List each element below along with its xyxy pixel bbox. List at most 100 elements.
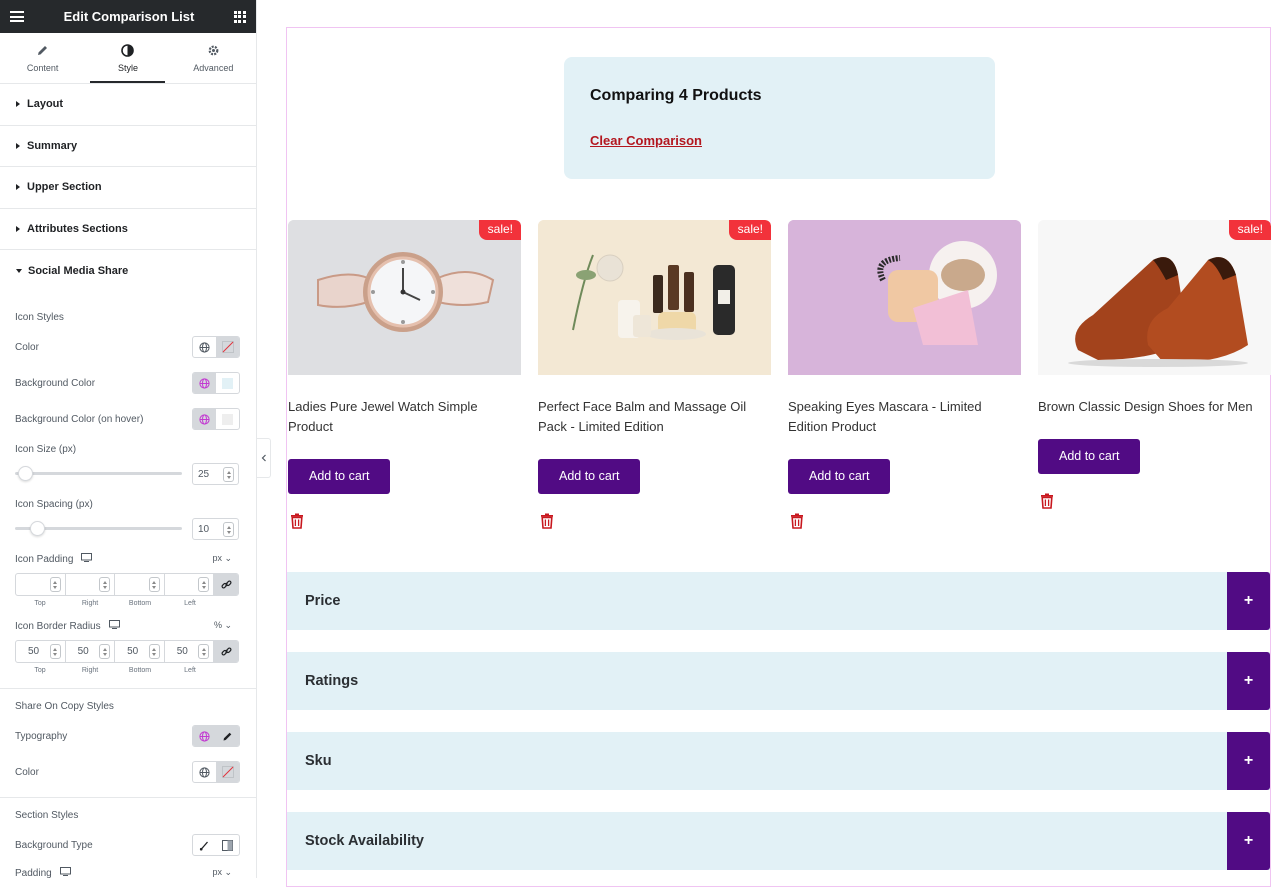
collapse-panel-button[interactable] [257, 438, 271, 478]
no-color-swatch-icon[interactable] [216, 337, 239, 357]
attribute-stock[interactable]: Stock Availability + [287, 812, 1270, 870]
expand-plus-icon[interactable]: + [1227, 652, 1270, 710]
attribute-sku[interactable]: Sku + [287, 732, 1270, 790]
desktop-icon[interactable] [108, 620, 120, 632]
brush-icon[interactable] [193, 835, 216, 855]
add-to-cart-button[interactable]: Add to cart [288, 459, 391, 494]
edit-icon[interactable] [216, 726, 239, 746]
global-color-icon[interactable] [193, 726, 216, 746]
add-to-cart-button[interactable]: Add to cart [538, 459, 641, 494]
product-card: Speaking Eyes Mascara - Limited Edition … [788, 220, 1021, 529]
sidebar-header: Edit Comparison List [0, 0, 256, 33]
icon-color-row: Color [0, 335, 256, 359]
typography-control [192, 725, 240, 747]
product-image[interactable]: sale! [538, 220, 771, 375]
attribute-label: Ratings [305, 673, 359, 689]
icon-bg-hover-control [192, 408, 240, 430]
icon-size-input[interactable]: 25 [192, 463, 239, 485]
gradient-icon[interactable] [216, 835, 239, 855]
no-color-swatch-icon[interactable] [216, 762, 239, 782]
editor-sidebar: Edit Comparison List Content Style Advan… [0, 0, 257, 878]
product-name[interactable]: Perfect Face Balm and Massage Oil Pack -… [538, 397, 771, 437]
padding-unit-select[interactable]: px ⌄ [212, 553, 232, 564]
sale-badge: sale! [478, 220, 521, 240]
stepper-icon[interactable] [49, 577, 61, 592]
slider-handle[interactable] [30, 521, 46, 536]
attribute-ratings[interactable]: Ratings + [287, 652, 1270, 710]
section-attributes[interactable]: Attributes Sections [0, 209, 256, 250]
add-to-cart-button[interactable]: Add to cart [1038, 439, 1141, 474]
radius-bottom-input[interactable]: 50 [115, 641, 165, 662]
apps-grid-icon[interactable] [233, 10, 246, 23]
section-layout[interactable]: Layout [0, 84, 256, 126]
tab-advanced[interactable]: Advanced [171, 33, 256, 83]
attribute-price[interactable]: Price + [287, 572, 1270, 630]
expand-plus-icon[interactable]: + [1227, 812, 1270, 870]
pencil-icon [36, 44, 50, 58]
padding-left-input[interactable] [165, 574, 215, 595]
link-icon[interactable] [214, 641, 238, 662]
sidebar-title: Edit Comparison List [63, 9, 195, 24]
radius-top-input[interactable]: 50 [16, 641, 66, 662]
link-icon[interactable] [214, 574, 238, 595]
color-swatch-icon[interactable] [216, 373, 239, 393]
desktop-icon[interactable] [81, 553, 93, 565]
clear-comparison-link[interactable]: Clear Comparison [590, 133, 702, 148]
expand-plus-icon[interactable]: + [1227, 732, 1270, 790]
product-image[interactable] [788, 220, 1021, 375]
stepper-icon[interactable] [223, 522, 234, 537]
shoes-illustration [1038, 220, 1271, 375]
section-styles-heading: Section Styles [15, 809, 79, 821]
globe-icon[interactable] [193, 762, 216, 782]
section-padding-label: Padding [15, 867, 52, 879]
padding-top-input[interactable] [16, 574, 66, 595]
slider-handle[interactable] [18, 466, 34, 481]
stepper-icon[interactable] [148, 577, 160, 592]
chevron-left-icon [261, 454, 266, 462]
trash-icon[interactable] [540, 513, 554, 529]
stepper-icon[interactable] [198, 577, 210, 592]
global-color-icon[interactable] [193, 409, 216, 429]
trash-icon[interactable] [1040, 493, 1054, 509]
add-to-cart-button[interactable]: Add to cart [788, 459, 891, 494]
globe-icon[interactable] [193, 337, 216, 357]
bg-type-row: Background Type [0, 833, 256, 857]
padding-bottom-input[interactable] [115, 574, 165, 595]
stepper-icon[interactable] [223, 467, 234, 482]
trash-icon[interactable] [290, 513, 304, 529]
attribute-label: Price [305, 593, 341, 609]
product-name[interactable]: Speaking Eyes Mascara - Limited Edition … [788, 397, 1021, 437]
icon-spacing-slider[interactable] [15, 521, 182, 536]
radius-right-input[interactable]: 50 [66, 641, 116, 662]
icon-spacing-input[interactable]: 10 [192, 518, 239, 540]
stepper-icon[interactable] [49, 644, 61, 659]
icon-styles-heading: Icon Styles [15, 311, 64, 323]
radius-unit-select[interactable]: % ⌄ [214, 620, 232, 631]
stepper-icon[interactable] [99, 644, 111, 659]
tab-style[interactable]: Style [85, 33, 170, 83]
desktop-icon[interactable] [59, 867, 71, 878]
product-name[interactable]: Brown Classic Design Shoes for Men [1038, 397, 1271, 417]
padding-right-input[interactable] [66, 574, 116, 595]
color-swatch-icon[interactable] [216, 409, 239, 429]
section-padding-unit-select[interactable]: px ⌄ [212, 867, 232, 878]
icon-padding-inputs [15, 573, 239, 596]
menu-icon[interactable] [10, 11, 24, 22]
trash-icon[interactable] [790, 513, 804, 529]
expand-plus-icon[interactable]: + [1227, 572, 1270, 630]
tab-content[interactable]: Content [0, 33, 85, 83]
tab-advanced-label: Advanced [193, 62, 234, 73]
product-image[interactable]: sale! [1038, 220, 1271, 375]
section-upper[interactable]: Upper Section [0, 167, 256, 209]
icon-size-slider[interactable] [15, 466, 182, 481]
product-name[interactable]: Ladies Pure Jewel Watch Simple Product [288, 397, 521, 437]
product-image[interactable]: sale! [288, 220, 521, 375]
global-color-icon[interactable] [193, 373, 216, 393]
section-social-media-share[interactable]: Social Media Share [0, 250, 256, 291]
stepper-icon[interactable] [99, 577, 111, 592]
radius-left-input[interactable]: 50 [165, 641, 215, 662]
stepper-icon[interactable] [198, 644, 210, 659]
section-summary[interactable]: Summary [0, 126, 256, 167]
icon-bg-color-label: Background Color [15, 377, 96, 389]
stepper-icon[interactable] [148, 644, 160, 659]
